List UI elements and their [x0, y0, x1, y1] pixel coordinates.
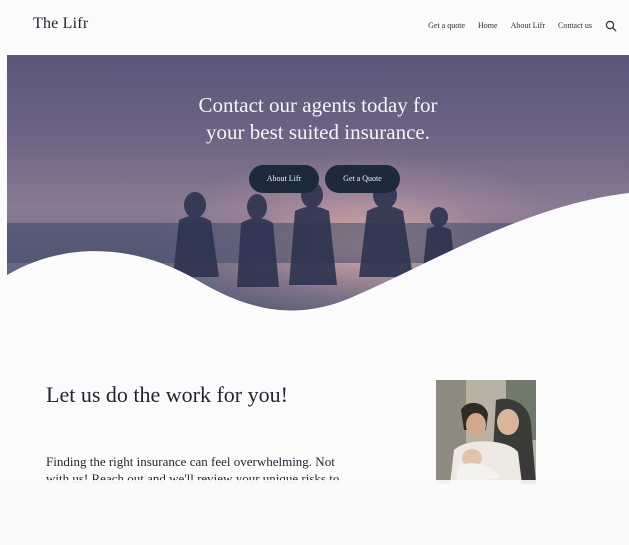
hero-headline: Contact our agents today for your best s…: [7, 92, 629, 146]
main-nav: Get a quote Home About Lifr Contact us: [415, 19, 617, 32]
get-a-quote-button[interactable]: Get a Quote: [325, 165, 400, 193]
section-heading: Let us do the work for you!: [46, 382, 288, 407]
hero-banner: Contact our agents today for your best s…: [7, 55, 629, 317]
about-lifr-button[interactable]: About Lifr: [249, 165, 319, 193]
search-icon[interactable]: [605, 19, 617, 32]
hero-headline-line-2: your best suited insurance.: [206, 120, 430, 144]
nav-about[interactable]: About Lifr: [511, 21, 545, 30]
bottom-fade-overlay: [0, 480, 629, 545]
nav-get-a-quote[interactable]: Get a quote: [428, 21, 465, 30]
hero-headline-line-1: Contact our agents today for: [198, 93, 438, 117]
family-photo: [436, 380, 536, 484]
site-header: The Lifr Get a quote Home About Lifr Con…: [0, 0, 629, 55]
nav-contact[interactable]: Contact us: [558, 21, 592, 30]
intro-line-1: Finding the right insurance can feel ove…: [46, 454, 335, 469]
site-logo[interactable]: The Lifr: [33, 15, 88, 33]
nav-home[interactable]: Home: [478, 21, 498, 30]
